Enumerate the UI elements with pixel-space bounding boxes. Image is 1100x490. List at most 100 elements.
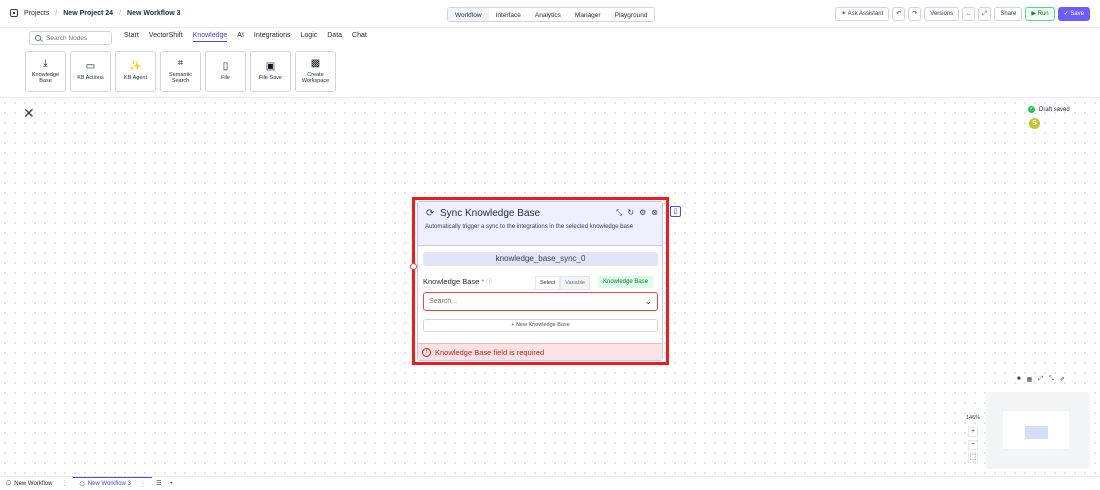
folder-plus-icon: ▩ <box>310 57 321 69</box>
expand-icon[interactable]: ⤢ <box>1038 376 1043 383</box>
node-card-create-workspace[interactable]: ▩ Create Workspace <box>295 51 336 92</box>
input-handle[interactable] <box>410 263 417 270</box>
new-knowledge-base-button[interactable]: + New Knowledge Base <box>423 319 658 332</box>
node-card-label: Create Workspace <box>301 71 330 85</box>
category-integrations[interactable]: Integrations <box>254 32 291 42</box>
collapse-icon[interactable]: ⤡ <box>1049 376 1054 383</box>
node-card-label: File <box>221 74 230 81</box>
zoom-in-icon[interactable]: + <box>968 427 978 437</box>
breadcrumb-projects[interactable]: Projects <box>24 10 49 17</box>
error-icon: ! <box>422 347 431 357</box>
node-title: Sync Knowledge Base <box>440 208 541 219</box>
node-card-knowledge-base[interactable]: ⤓ Knowledge Base <box>25 51 66 92</box>
tab-playground[interactable]: Playground <box>608 8 655 21</box>
sidebar-toggle-icon[interactable]: ▯ <box>670 206 681 217</box>
refresh-icon[interactable]: ↻ <box>627 208 634 218</box>
check-icon: ✓ <box>1028 106 1035 113</box>
more-icon[interactable]: ⋮ <box>140 481 146 488</box>
error-message: ! Knowledge Base field is required <box>418 343 662 360</box>
grid-icon[interactable]: ▦ <box>1027 376 1033 383</box>
node-card-kb-agent[interactable]: ✨ KB Agent <box>115 51 156 92</box>
run-button[interactable]: ▶ Run <box>1025 7 1055 21</box>
breadcrumb-project[interactable]: New Project 24 <box>63 10 113 17</box>
avatar[interactable]: S <box>1029 118 1040 129</box>
add-tab-icon[interactable]: + <box>165 481 177 487</box>
search-nodes-input[interactable] <box>46 34 106 42</box>
chevron-down-icon[interactable]: ⌄ <box>644 296 652 307</box>
breadcrumb: Projects / New Project 24 / New Workflow… <box>10 9 181 17</box>
category-vectorshift[interactable]: VectorShift <box>149 32 183 42</box>
versions-button[interactable]: Versions <box>924 7 960 21</box>
zoom-out-icon[interactable]: − <box>968 440 978 450</box>
info-icon[interactable]: ⓘ <box>486 280 492 286</box>
header-actions: ✶ Ask Assistant ↶ ↷ Versions ↔ ⤢ Share ▶… <box>835 7 1090 21</box>
minimap-node <box>1025 426 1048 439</box>
category-logic[interactable]: Logic <box>301 32 318 42</box>
lock-icon[interactable]: ■ <box>1017 376 1021 383</box>
node-header-actions: ⤡ ↻ ⚙ ⊗ <box>616 208 658 218</box>
node-card-semantic-search[interactable]: ⌗ Semantic Search <box>160 51 201 92</box>
node-palette: ⤓ Knowledge Base ▭ KB Actions ✨ KB Agent… <box>25 51 336 92</box>
tab-analytics[interactable]: Analytics <box>528 8 568 21</box>
field-label-text: Knowledge Base <box>423 277 480 286</box>
expand-icon[interactable]: ⤢ <box>978 7 992 21</box>
close-circle-icon[interactable]: ⊗ <box>651 208 658 218</box>
workflow-icon: ⎔ <box>79 481 85 488</box>
redo-icon[interactable]: ↷ <box>908 7 922 21</box>
node-card-file[interactable]: ▯ File <box>205 51 246 92</box>
type-badge: Knowledge Base <box>598 276 654 288</box>
node-card-label: KB Agent <box>124 74 147 81</box>
zoom-controls: + − ⬚ <box>968 427 978 463</box>
list-icon[interactable]: ☰ <box>152 480 165 487</box>
undo-icon[interactable]: ↶ <box>892 7 906 21</box>
category-chat[interactable]: Chat <box>352 32 367 42</box>
more-icon[interactable]: ⋮ <box>61 480 67 487</box>
category-knowledge[interactable]: Knowledge <box>192 32 228 42</box>
view-tabs: Workflow Interface Analytics Manager Pla… <box>447 7 656 22</box>
search-nodes <box>29 31 112 45</box>
ask-assistant-button[interactable]: ✶ Ask Assistant <box>835 7 890 21</box>
workflow-tabs-bar: ⎔ New Workflow ⋮ ⎔ New Workflow 3 ⋮ ☰ + <box>0 476 1100 490</box>
breadcrumb-workflow[interactable]: New Workflow 3 <box>127 10 181 17</box>
folder-icon: ▭ <box>85 60 96 72</box>
save-button[interactable]: ✓ Save <box>1057 7 1090 21</box>
workflow-tab-active[interactable]: ⎔ New Workflow 3 ⋮ <box>73 476 152 490</box>
workflow-icon: ⎔ <box>6 481 12 487</box>
node-name-field[interactable]: knowledge_base_sync_0 <box>423 252 658 266</box>
mode-variable-button[interactable]: Variable <box>560 276 591 290</box>
floppy-icon: ▣ <box>265 60 276 72</box>
share-button[interactable]: Share <box>994 7 1023 21</box>
node-card-label: Semantic Search <box>169 71 192 85</box>
sync-knowledge-base-node[interactable]: ⟳ Sync Knowledge Base ⤡ ↻ ⚙ ⊗ Automatica… <box>417 201 663 361</box>
workflow-tab[interactable]: ⎔ New Workflow ⋮ <box>0 477 73 490</box>
pan-icon[interactable]: ✐ <box>1060 376 1065 383</box>
category-start[interactable]: Start <box>124 32 139 42</box>
required-mark: * <box>481 277 485 286</box>
category-data[interactable]: Data <box>327 32 342 42</box>
workspace-icon[interactable] <box>10 9 18 17</box>
node-card-label: KB Actions <box>77 74 104 81</box>
mode-select-button[interactable]: Select <box>535 276 561 290</box>
tab-workflow[interactable]: Workflow <box>448 8 489 21</box>
category-ai[interactable]: AI <box>237 32 244 42</box>
node-card-label: File Save <box>259 74 282 81</box>
node-card-file-save[interactable]: ▣ File Save <box>250 51 291 92</box>
tab-interface[interactable]: Interface <box>489 8 528 21</box>
breadcrumb-separator: / <box>119 9 122 17</box>
knowledge-base-search-input[interactable] <box>429 298 629 305</box>
knowledge-base-select[interactable]: ⌄ <box>423 292 658 311</box>
close-icon[interactable]: ✕ <box>23 106 35 120</box>
collapse-icon[interactable]: ⤡ <box>616 208 622 218</box>
split-view-icon[interactable]: ↔ <box>962 7 976 21</box>
fit-view-icon[interactable]: ⬚ <box>968 453 978 463</box>
file-icon: ▯ <box>222 60 229 72</box>
sync-icon: ⟳ <box>426 208 435 219</box>
tab-manager[interactable]: Manager <box>568 8 608 21</box>
node-card-kb-actions[interactable]: ▭ KB Actions <box>70 51 111 92</box>
zoom-level: 146% <box>966 415 981 421</box>
gear-icon[interactable]: ⚙ <box>639 208 646 218</box>
top-bar: Projects / New Project 24 / New Workflow… <box>0 0 1100 28</box>
knowledge-base-label: Knowledge Base * ⓘ <box>423 277 492 286</box>
category-tabs: Start VectorShift Knowledge AI Integrati… <box>124 32 367 42</box>
minimap[interactable] <box>986 392 1090 469</box>
